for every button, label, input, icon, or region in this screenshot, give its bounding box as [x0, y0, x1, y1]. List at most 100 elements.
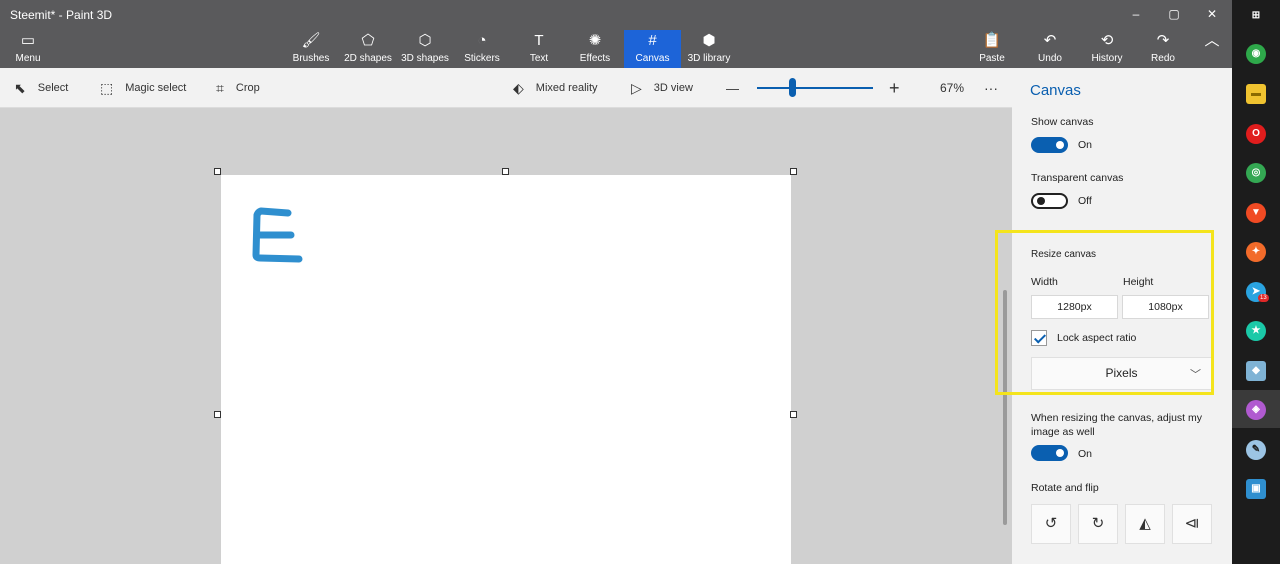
flip-horizontal-button[interactable]: ⧏ — [1172, 504, 1212, 544]
mixed-reality-button[interactable]: ⬖ Mixed reality — [513, 68, 598, 108]
effects-icon: ✺ — [588, 32, 602, 49]
paint-3d-icon[interactable]: ◈ — [1246, 400, 1266, 420]
mixed-reality-label: Mixed reality — [535, 82, 598, 94]
telegram-badge: 13 — [1258, 294, 1269, 302]
crop-label: Crop — [235, 82, 260, 94]
paste-button[interactable]: 📋 Paste — [972, 30, 1012, 68]
redo-icon: ↷ — [1156, 32, 1170, 49]
redo-label: Redo — [1151, 53, 1175, 64]
minimize-button[interactable]: – — [1126, 6, 1146, 22]
ribbon-stickers-label: Stickers — [464, 53, 500, 64]
stickers-icon: ◔ — [477, 32, 487, 49]
adjust-image-label: When resizing the canvas, adjust my imag… — [1031, 412, 1202, 438]
close-button[interactable]: ✕ — [1202, 6, 1222, 22]
zoom-in-button[interactable]: + — [889, 68, 900, 108]
drawing-canvas[interactable] — [221, 175, 791, 564]
ribbon-2d-shapes[interactable]: ⬠ 2D shapes — [340, 30, 396, 68]
telegram-icon[interactable]: ➤ 13 — [1246, 282, 1269, 302]
ribbon-brushes-label: Brushes — [292, 53, 330, 64]
crop-icon: ⌗ — [216, 79, 224, 96]
select-icon: ⬉ — [14, 79, 26, 96]
crop-tool[interactable]: ⌗ Crop — [216, 68, 260, 108]
ribbon-canvas-label: Canvas — [635, 53, 670, 64]
3d-view-icon: ▷ — [631, 79, 642, 96]
ribbon-canvas[interactable]: # Canvas — [624, 30, 681, 68]
chrome-icon[interactable]: ◎ — [1246, 163, 1266, 183]
show-canvas-toggle[interactable] — [1031, 137, 1068, 153]
rotate-left-button[interactable]: ↺ — [1031, 504, 1071, 544]
rotate-flip-label: Rotate and flip — [1031, 482, 1099, 494]
collapse-ribbon-button[interactable]: ︿ — [1198, 30, 1226, 68]
paste-icon: 📋 — [982, 32, 1002, 49]
tool-options-bar: ⬉ Select ⬚ Magic select ⌗ Crop ⬖ Mixed r… — [0, 68, 1012, 108]
3d-view-label: 3D view — [653, 82, 693, 94]
windows-taskbar: ⊞ ◉ ▬ O ◎ ▼ ✦ ➤ 13 ★ ◆ ◈ ✎ ▣ — [1232, 0, 1280, 564]
ribbon-3d-library[interactable]: ⬢ 3D library — [684, 30, 734, 68]
select-tool[interactable]: ⬉ Select — [14, 68, 68, 108]
file-explorer-icon[interactable]: ▬ — [1246, 84, 1266, 104]
workspace — [0, 108, 1012, 564]
star-app-icon[interactable]: ★ — [1246, 321, 1266, 341]
2d-shapes-icon: ⬠ — [361, 32, 375, 49]
resize-handle-top[interactable] — [502, 168, 509, 175]
orange-app-icon[interactable]: ✦ — [1246, 242, 1266, 262]
resize-handle-right[interactable] — [790, 411, 797, 418]
paint-palette-icon[interactable]: ✎ — [1246, 440, 1266, 460]
resize-handle-top-right[interactable] — [790, 168, 797, 175]
flip-vertical-button[interactable]: ◭ — [1125, 504, 1165, 544]
zoom-out-button[interactable]: — — [726, 68, 739, 108]
ribbon-3d-library-label: 3D library — [687, 53, 731, 64]
undo-label: Undo — [1038, 53, 1062, 64]
brave-icon[interactable]: ▼ — [1246, 203, 1266, 223]
brush-icon: 🖌 — [301, 32, 321, 49]
zoom-slider-track[interactable] — [757, 87, 873, 89]
windows-icon[interactable]: ⊞ — [1246, 6, 1266, 26]
computer-app-icon[interactable]: ▣ — [1246, 479, 1266, 499]
ribbon-stickers[interactable]: ◔ Stickers — [456, 30, 508, 68]
notes-app-icon[interactable]: ◆ — [1246, 361, 1266, 381]
magic-select-label: Magic select — [125, 82, 187, 94]
menu-label: Menu — [15, 53, 41, 64]
3d-view-button[interactable]: ▷ 3D view — [631, 68, 693, 108]
resize-handle-top-left[interactable] — [214, 168, 221, 175]
menu-button[interactable]: ▭ Menu — [6, 30, 50, 68]
folder-icon: ▭ — [20, 32, 36, 49]
transparent-canvas-toggle[interactable] — [1031, 193, 1068, 209]
maximize-button[interactable]: ▢ — [1164, 6, 1184, 22]
adjust-image-toggle[interactable] — [1031, 445, 1068, 461]
ribbon-text-label: Text — [529, 53, 549, 64]
mixed-reality-icon: ⬖ — [513, 79, 524, 96]
history-label: History — [1091, 53, 1123, 64]
resize-handle-left[interactable] — [214, 411, 221, 418]
select-label: Select — [37, 82, 69, 94]
history-icon: ⟲ — [1100, 32, 1114, 49]
transparent-canvas-state: Off — [1078, 195, 1092, 207]
ribbon-brushes[interactable]: 🖌 Brushes — [284, 30, 338, 68]
eye-app-icon[interactable]: ◉ — [1246, 44, 1266, 64]
ribbon-effects[interactable]: ✺ Effects — [570, 30, 620, 68]
undo-button[interactable]: ↶ Undo — [1030, 30, 1070, 68]
magic-select-icon: ⬚ — [100, 79, 114, 96]
show-canvas-label: Show canvas — [1031, 116, 1094, 128]
magic-select-tool[interactable]: ⬚ Magic select — [100, 68, 186, 108]
transparent-canvas-label: Transparent canvas — [1031, 172, 1124, 184]
opera-icon[interactable]: O — [1246, 124, 1266, 144]
title-and-ribbon-bar: Steemit* - Paint 3D – ▢ ✕ ▭ Menu 🖌 Brush… — [0, 0, 1232, 68]
rotate-right-button[interactable]: ↻ — [1078, 504, 1118, 544]
redo-button[interactable]: ↷ Redo — [1143, 30, 1183, 68]
3d-library-icon: ⬢ — [702, 32, 716, 49]
text-icon: T — [534, 32, 544, 49]
zoom-level: 67% — [940, 81, 965, 95]
window-title: Steemit* - Paint 3D — [10, 8, 113, 22]
ribbon-effects-label: Effects — [579, 53, 611, 64]
ribbon-3d-shapes-label: 3D shapes — [401, 53, 449, 64]
more-options-button[interactable]: ··· — [984, 68, 998, 108]
panel-title: Canvas — [1030, 82, 1081, 99]
zoom-slider-thumb[interactable] — [788, 78, 796, 97]
canvas-icon: # — [648, 32, 657, 49]
ribbon-3d-shapes[interactable]: ⬡ 3D shapes — [397, 30, 453, 68]
history-button[interactable]: ⟲ History — [1085, 30, 1129, 68]
show-canvas-state: On — [1078, 139, 1093, 151]
ribbon-text[interactable]: T Text — [514, 30, 564, 68]
adjust-image-state: On — [1078, 448, 1093, 460]
